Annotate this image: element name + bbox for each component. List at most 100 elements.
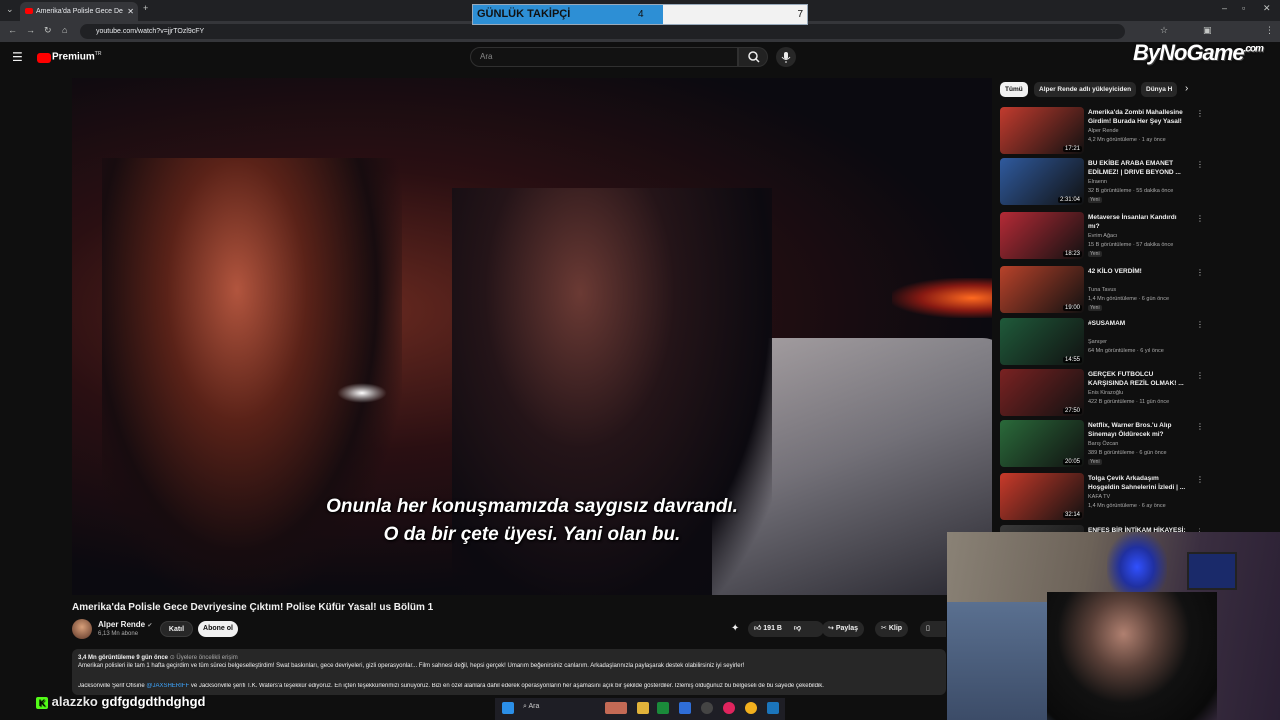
jaxsheriff-link[interactable]: @JAXSHERIFF <box>146 683 189 689</box>
minimize-icon[interactable]: – <box>1222 3 1227 13</box>
recommendation-card[interactable]: 2:31:04 BU EKİBE ARABA EMANET EDİLMEZ! | … <box>1000 158 1204 206</box>
recommendation-title[interactable]: Netflix, Warner Bros.'u Alıp Sinemayı Öl… <box>1088 421 1188 439</box>
channel-name-text: Alper Rende <box>98 620 146 629</box>
youtube-logo-icon[interactable] <box>37 53 51 63</box>
channel-name[interactable]: Alper Rende ✔ <box>98 620 152 629</box>
new-badge: Yeni <box>1088 459 1102 465</box>
recommendation-channel[interactable]: Barış Özcan <box>1088 441 1118 447</box>
subtitle-line-1: Onunla her konuşmamızda saygısız davrand… <box>326 496 738 517</box>
tab-list-icon[interactable]: ⌄ <box>6 4 14 15</box>
subtitle-line-2: O da bir çete üyesi. Yani olan bu. <box>383 524 681 545</box>
widget-icon[interactable] <box>605 702 627 714</box>
sparkle-icon[interactable]: ✦ <box>731 623 739 634</box>
chip-from-uploader[interactable]: Alper Rende adlı yükleyiciden <box>1034 82 1137 97</box>
recommendation-title[interactable]: Tolga Çevik Arkadaşım Hoşgeldin Sahneler… <box>1088 474 1188 492</box>
address-bar[interactable]: youtube.com/watch?v=jjrTOzl9cFY <box>80 24 1125 39</box>
like-count: 191 B <box>763 625 782 632</box>
chip-all[interactable]: Tümü <box>1000 82 1028 97</box>
recommendation-card[interactable]: 20:05 Netflix, Warner Bros.'u Alıp Sinema… <box>1000 420 1204 468</box>
recommendation-title[interactable]: GERÇEK FUTBOLCU KARŞISINDA REZİL OLMAK! … <box>1088 370 1188 388</box>
windows-start-icon[interactable] <box>502 702 514 714</box>
voice-search-button[interactable] <box>776 47 796 67</box>
video-description[interactable]: 3,4 Mn görüntüleme 9 gün önce ⊙ Üyelere … <box>72 649 946 695</box>
close-tab-icon[interactable]: ✕ <box>127 2 134 21</box>
headlight <box>337 383 387 403</box>
recommendation-channel[interactable]: Evrim Ağacı <box>1088 233 1117 239</box>
windows-taskbar: ⌕ Ara <box>495 698 785 720</box>
recommendation-channel[interactable]: Alper Rende <box>1088 128 1119 134</box>
search-button[interactable] <box>738 47 768 67</box>
recommendation-card[interactable]: 14:55 #SUSAMAM Şanışer 64 Mn görüntüleme · … <box>1000 318 1204 366</box>
recommendation-channel[interactable]: Tuna Tavus <box>1088 287 1116 293</box>
excel-icon[interactable] <box>657 702 669 714</box>
chevron-right-icon[interactable]: › <box>1185 83 1188 94</box>
new-badge: Yeni <box>1088 251 1102 257</box>
video-thumbnail[interactable]: 27:50 <box>1000 369 1084 416</box>
recommendation-card[interactable]: 18:23 Metaverse İnsanları Kandırdı mı? Evr… <box>1000 212 1204 260</box>
video-thumbnail[interactable]: 2:31:04 <box>1000 158 1084 205</box>
new-tab-icon[interactable]: + <box>143 3 148 13</box>
more-options-icon[interactable]: ⋮ <box>1196 109 1204 118</box>
more-options-icon[interactable]: ⋮ <box>1196 422 1204 431</box>
recommendation-card[interactable]: 32:14 Tolga Çevik Arkadaşım Hoşgeldin Sah… <box>1000 473 1204 521</box>
recommendation-title[interactable]: BU EKİBE ARABA EMANET EDİLMEZ! | DRIVE B… <box>1088 159 1188 177</box>
video-thumbnail[interactable]: 14:55 <box>1000 318 1084 365</box>
reload-icon[interactable]: ↻ <box>44 25 52 36</box>
maximize-icon[interactable]: ▫ <box>1242 3 1245 13</box>
early-access-note: ⊙ Üyelere öncelikli erişim <box>169 655 238 661</box>
back-icon[interactable]: ← <box>8 25 17 35</box>
hamburger-menu-icon[interactable]: ☰ <box>12 50 23 64</box>
dislike-button[interactable]: 👎︎ <box>794 625 801 632</box>
taskbar-search[interactable]: ⌕ Ara <box>523 703 539 711</box>
more-options-icon[interactable]: ⋮ <box>1196 268 1204 277</box>
video-thumbnail[interactable]: 18:23 <box>1000 212 1084 259</box>
recommendation-channel[interactable]: Enis Kirazoğlu <box>1088 390 1123 396</box>
recommendation-title[interactable]: #SUSAMAM <box>1088 319 1188 328</box>
search-icon <box>748 51 760 63</box>
more-options-icon[interactable]: ⋮ <box>1196 371 1204 380</box>
close-window-icon[interactable]: ✕ <box>1263 3 1271 14</box>
recommendation-card[interactable]: 17:21 Amerika'da Zombi Mahallesine Girdim… <box>1000 107 1204 155</box>
bynogame-watermark: ByNoGame.com <box>1133 40 1264 66</box>
more-options-icon[interactable]: ⋮ <box>1196 214 1204 223</box>
chrome-icon[interactable] <box>745 702 757 714</box>
recommendation-channel[interactable]: KAFA TV <box>1088 494 1110 500</box>
media-app-icon[interactable] <box>723 702 735 714</box>
more-options-icon[interactable]: ⋮ <box>1196 160 1204 169</box>
like-button[interactable]: 👍︎ 191 B <box>754 625 782 632</box>
recommendation-card[interactable]: 27:50 GERÇEK FUTBOLCU KARŞISINDA REZİL OL… <box>1000 369 1204 417</box>
steam-icon[interactable] <box>767 702 779 714</box>
duration-badge: 18:23 <box>1062 251 1082 257</box>
recommendation-title[interactable]: Amerika'da Zombi Mahallesine Girdim! Bur… <box>1088 108 1188 126</box>
recommendation-card[interactable]: 19:00 42 KİLO VERDİM! Tuna Tavus 1,4 Mn gör… <box>1000 266 1204 314</box>
save-button[interactable]: ▯ Ka <box>920 621 946 637</box>
video-thumbnail[interactable]: 32:14 <box>1000 473 1084 520</box>
join-button[interactable]: Katıl <box>160 621 193 637</box>
outlook-icon[interactable] <box>679 702 691 714</box>
more-options-icon[interactable]: ⋮ <box>1196 475 1204 484</box>
more-options-icon[interactable]: ⋮ <box>1196 320 1204 329</box>
forward-icon[interactable]: → <box>26 25 35 35</box>
video-thumbnail[interactable]: 19:00 <box>1000 266 1084 313</box>
recommendation-title[interactable]: 42 KİLO VERDİM! <box>1088 267 1188 276</box>
share-button[interactable]: ↪ Paylaş <box>822 621 865 637</box>
video-thumbnail[interactable]: 17:21 <box>1000 107 1084 154</box>
obs-icon[interactable] <box>701 702 713 714</box>
file-explorer-icon[interactable] <box>637 702 649 714</box>
chip-world[interactable]: Dünya H <box>1141 82 1177 97</box>
youtube-premium-logo[interactable]: PremiumTR <box>52 51 101 62</box>
channel-avatar[interactable] <box>72 619 92 639</box>
video-thumbnail[interactable]: 20:05 <box>1000 420 1084 467</box>
subscribe-button[interactable]: Abone ol <box>198 621 238 637</box>
browser-tab[interactable]: Amerika'da Polisle Gece De ✕ <box>20 2 138 21</box>
home-icon[interactable]: ⌂ <box>62 25 67 35</box>
recommendation-channel[interactable]: Şanışer <box>1088 339 1107 345</box>
recommendation-channel[interactable]: Elraenn <box>1088 179 1107 185</box>
menu-dots-icon[interactable]: ⋮ <box>1265 25 1274 36</box>
bookmark-star-icon[interactable]: ☆ <box>1160 25 1168 36</box>
search-input[interactable]: Ara <box>470 47 738 67</box>
clip-button[interactable]: ✂ Klip <box>875 621 909 637</box>
video-player[interactable]: Onunla her konuşmamızda saygısız davrand… <box>72 78 992 595</box>
recommendation-title[interactable]: Metaverse İnsanları Kandırdı mı? <box>1088 213 1188 231</box>
extensions-icon[interactable]: ▣ <box>1203 25 1212 36</box>
